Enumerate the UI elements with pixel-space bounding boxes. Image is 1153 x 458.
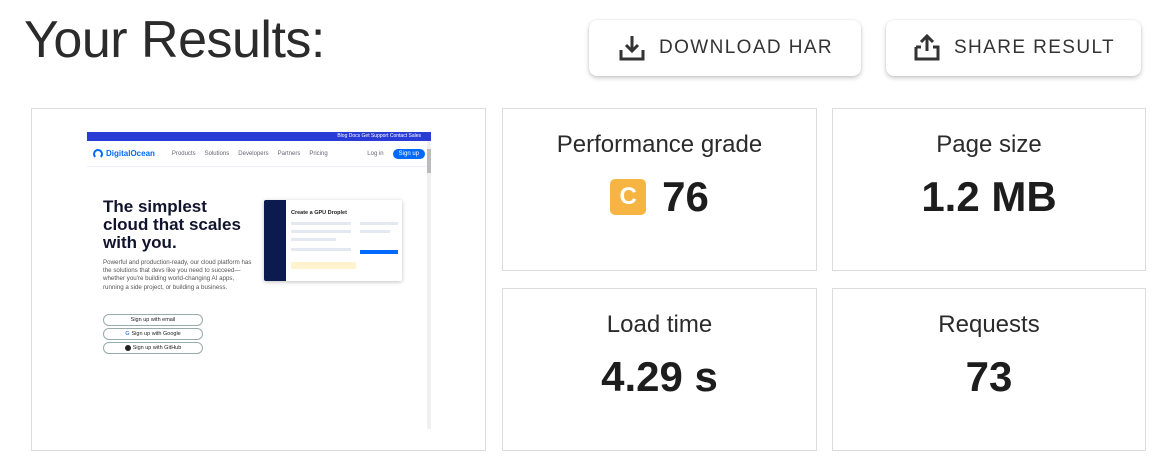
requests-card: Requests 73	[832, 288, 1146, 451]
load-time-value: 4.29 s	[601, 353, 718, 400]
screenshot-signup-github: Sign up with GitHub	[103, 342, 203, 354]
page-size-label: Page size	[936, 131, 1042, 158]
load-time-card: Load time 4.29 s	[502, 288, 817, 451]
digitalocean-logo-icon	[93, 148, 103, 159]
download-har-button[interactable]: DOWNLOAD HAR	[589, 20, 861, 76]
google-icon: G	[125, 331, 130, 337]
screenshot-panel-line	[291, 238, 336, 241]
screenshot-brand: DigitalOcean	[93, 148, 155, 159]
screenshot-scrollbar	[427, 141, 431, 429]
share-result-button[interactable]: SHARE RESULT	[886, 20, 1141, 76]
screenshot-signup-google: G Sign up with Google	[103, 328, 203, 340]
screenshot-signup: Sign up	[392, 148, 425, 159]
screenshot-signup-google-label: Sign up with Google	[131, 331, 181, 337]
screenshot-nav-item: Products	[171, 150, 196, 157]
screenshot-signup-email: Sign up with email	[103, 314, 203, 326]
page-size-card: Page size 1.2 MB	[832, 108, 1146, 271]
website-screenshot: Blog Docs Get Support Contact Sales Digi…	[87, 132, 431, 429]
performance-grade-label: Performance grade	[556, 131, 763, 158]
screenshot-signup-email-label: Sign up with email	[130, 317, 176, 323]
screenshot-panel-line	[291, 230, 351, 233]
page-size-value: 1.2 MB	[921, 173, 1057, 220]
screenshot-panel-sidebar	[264, 200, 286, 281]
screenshot-panel-line	[291, 248, 351, 251]
download-har-label: DOWNLOAD HAR	[658, 37, 834, 58]
load-time-label: Load time	[606, 311, 713, 338]
requests-label: Requests	[938, 311, 1040, 338]
screenshot-paragraph: Powerful and production-ready, our cloud…	[103, 259, 252, 291]
grade-badge: C	[610, 179, 647, 215]
performance-grade-value: C 76	[503, 173, 816, 221]
screenshot-nav-item: Partners	[277, 150, 301, 157]
screenshot-nav-item: Solutions	[204, 150, 230, 157]
screenshot-signup-github-label: Sign up with GitHub	[132, 345, 182, 351]
screenshot-panel-line	[291, 222, 351, 225]
requests-value: 73	[965, 353, 1013, 400]
page-title: Your Results:	[24, 11, 325, 69]
screenshot-panel-line	[360, 230, 390, 233]
screenshot-brand-name: DigitalOcean	[106, 149, 155, 158]
performance-score: 76	[662, 173, 709, 220]
screenshot-nav-item: Developers	[238, 150, 269, 157]
screenshot-panel-button	[360, 250, 398, 254]
share-result-label: SHARE RESULT	[953, 37, 1116, 58]
screenshot-nav-item: Pricing	[309, 150, 328, 157]
screenshot-login: Log in	[367, 150, 384, 157]
screenshot-panel-warning	[291, 262, 356, 269]
screenshot-panel-title: Create a GPU Droplet	[291, 210, 347, 216]
screenshot-headline: The simplest cloud that scales with you.	[103, 197, 241, 252]
performance-grade-card: Performance grade C 76	[502, 108, 817, 271]
screenshot-topbar: Blog Docs Get Support Contact Sales	[87, 132, 431, 141]
github-icon	[124, 345, 131, 351]
website-screenshot-card: Blog Docs Get Support Contact Sales Digi…	[31, 108, 486, 451]
share-icon	[914, 33, 940, 61]
screenshot-product-panel: Create a GPU Droplet	[264, 200, 402, 281]
screenshot-panel-line	[360, 222, 398, 225]
screenshot-nav: DigitalOcean Products Solutions Develope…	[87, 141, 431, 167]
download-icon	[619, 36, 645, 61]
